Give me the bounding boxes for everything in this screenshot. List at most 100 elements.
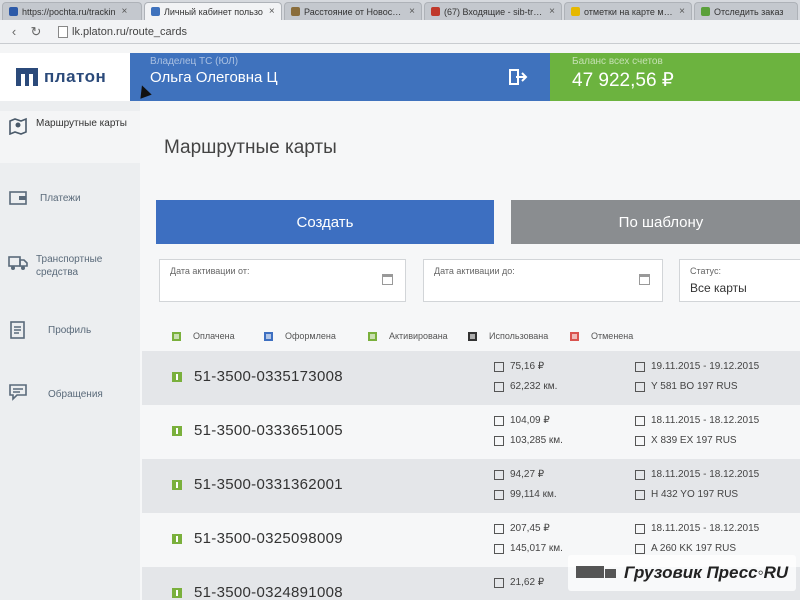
browser-tab[interactable]: (67) Входящие - sib-truck × — [424, 2, 562, 20]
status-activated-icon — [172, 588, 182, 598]
card-number[interactable]: 51-3500-0325098009 — [194, 530, 343, 547]
favicon-icon — [571, 7, 580, 16]
card-validity-dates: 18.11.2015 - 18.12.2015 — [635, 469, 759, 480]
sidebar-item-route-cards[interactable]: Маршрутные карты — [0, 111, 140, 163]
card-number[interactable]: 51-3500-0324891008 — [194, 584, 343, 600]
sidebar-item-label: Обращения — [48, 389, 103, 400]
legend-item: Активирована — [368, 331, 448, 341]
logout-icon[interactable] — [508, 67, 528, 87]
sidebar-item-requests[interactable]: Обращения — [0, 383, 140, 401]
card-vehicle-plate: X 839 EX 197 RUS — [635, 435, 737, 446]
truck-logo-icon — [576, 564, 618, 582]
sidebar-item-payments[interactable]: Платежи — [0, 189, 140, 207]
browser-tab[interactable]: Личный кабинет пользо × — [144, 2, 282, 20]
favicon-icon — [431, 7, 440, 16]
status-label: Статус: — [690, 266, 721, 276]
balance-value: 47 922,56 ₽ — [572, 70, 674, 91]
legend-swatch-icon — [570, 331, 579, 341]
logo[interactable]: платон — [0, 53, 130, 101]
profile-icon — [10, 321, 25, 339]
sidebar-item-label: Маршрутные карты — [36, 118, 127, 129]
card-distance: 62,232 км. — [494, 381, 557, 392]
card-distance-value: 62,232 км. — [510, 381, 558, 392]
close-tab-icon[interactable]: × — [122, 6, 128, 17]
card-validity-dates-value: 18.11.2015 - 18.12.2015 — [651, 415, 760, 426]
route-card-row[interactable]: 51-3500-0333651005 104,09 ₽ 103,285 км. 18.… — [142, 405, 800, 459]
sidebar: Маршрутные карты Платежи Транспортные ср… — [0, 101, 140, 600]
sidebar-item-profile[interactable]: Профиль — [0, 321, 140, 339]
user-panel: Владелец ТС (ЮЛ) Ольга Олеговна Ц — [130, 53, 550, 101]
favicon-icon — [151, 7, 160, 16]
watermark-text: Грузовик Пресс◦RU — [624, 563, 789, 582]
page-icon — [58, 25, 68, 38]
edit-icon — [635, 415, 645, 426]
card-number[interactable]: 51-3500-0333651005 — [194, 422, 343, 439]
card-price-value: 21,62 ₽ — [510, 577, 545, 588]
close-tab-icon[interactable]: × — [269, 6, 275, 17]
calendar-icon[interactable] — [382, 274, 393, 285]
route-icon — [494, 381, 504, 392]
activation-date-from-input[interactable]: Дата активации от: — [159, 259, 406, 302]
calendar-icon[interactable] — [639, 274, 650, 285]
close-tab-icon[interactable]: × — [549, 6, 555, 17]
card-validity-dates: 18.11.2015 - 18.12.2015 — [635, 523, 759, 534]
address-bar: ‹ ↻ lk.platon.ru/route_cards — [0, 20, 800, 44]
card-vehicle-plate: A 260 KK 197 RUS — [635, 543, 736, 554]
card-vehicle-plate-value: H 432 YO 197 RUS — [651, 489, 739, 500]
browser-tab-title: Личный кабинет пользо — [164, 6, 263, 17]
route-icon — [494, 543, 504, 554]
legend-swatch-icon — [264, 331, 273, 341]
card-price: 104,09 ₽ — [494, 415, 550, 426]
card-number[interactable]: 51-3500-0335173008 — [194, 368, 343, 385]
legend-label: Оформлена — [285, 331, 336, 341]
status-activated-icon — [172, 426, 182, 436]
browser-tab[interactable]: https://pochta.ru/trackin × — [2, 2, 142, 20]
browser-tab[interactable]: Расстояние от Новосиби × — [284, 2, 422, 20]
edit-icon — [635, 361, 645, 372]
create-button[interactable]: Создать — [156, 200, 494, 244]
main-content: Маршрутные карты Создать По шаблону Дата… — [140, 101, 800, 600]
card-price: 94,27 ₽ — [494, 469, 544, 480]
truck-icon — [635, 489, 645, 500]
route-card-row[interactable]: 51-3500-0335173008 75,16 ₽ 62,232 км. 19.11… — [142, 351, 800, 405]
status-activated-icon — [172, 534, 182, 544]
browser-tab[interactable]: Отследить заказ — [694, 2, 798, 20]
edit-icon — [635, 469, 645, 480]
card-number[interactable]: 51-3500-0331362001 — [194, 476, 343, 493]
legend-item: Использована — [468, 331, 548, 341]
card-distance-value: 145,017 км. — [510, 543, 563, 554]
sidebar-item-vehicles[interactable]: Транспортные средства — [0, 253, 140, 279]
card-vehicle-plate-value: X 839 EX 197 RUS — [651, 435, 737, 446]
truck-icon — [635, 381, 645, 392]
browser-tab-title: https://pochta.ru/trackin — [22, 6, 116, 17]
card-validity-dates: 19.11.2015 - 19.12.2015 — [635, 361, 759, 372]
wallet-icon — [9, 191, 27, 205]
app-header: платон Владелец ТС (ЮЛ) Ольга Олеговна Ц… — [0, 53, 800, 101]
legend-item: Оформлена — [264, 331, 336, 341]
legend-label: Активирована — [389, 331, 448, 341]
card-validity-dates-value: 19.11.2015 - 19.12.2015 — [651, 361, 760, 372]
edit-icon — [635, 523, 645, 534]
route-card-row[interactable]: 51-3500-0331362001 94,27 ₽ 99,114 км. 18.11… — [142, 459, 800, 513]
sidebar-item-label: Транспортные средства — [36, 254, 103, 278]
card-validity-dates-value: 18.11.2015 - 18.12.2015 — [651, 469, 760, 480]
message-icon — [9, 384, 27, 401]
browser-tab-bar: https://pochta.ru/trackin × Личный кабинет… — [0, 0, 800, 20]
template-button[interactable]: По шаблону — [511, 200, 800, 244]
url-input[interactable]: lk.platon.ru/route_cards — [72, 26, 187, 38]
status-value: Все карты — [690, 281, 747, 295]
status-select[interactable]: Статус: Все карты — [679, 259, 800, 302]
card-distance-value: 103,285 км. — [510, 435, 563, 446]
card-validity-dates-value: 18.11.2015 - 18.12.2015 — [651, 523, 760, 534]
legend-swatch-icon — [468, 331, 477, 341]
card-price: 21,62 ₽ — [494, 577, 544, 588]
card-distance: 99,114 км. — [494, 489, 557, 500]
route-icon — [494, 435, 504, 446]
browser-tab[interactable]: отметки на карте мест сл × — [564, 2, 692, 20]
reload-icon[interactable]: ↻ — [30, 24, 42, 40]
close-tab-icon[interactable]: × — [409, 6, 415, 17]
activation-date-to-input[interactable]: Дата активации до: — [423, 259, 663, 302]
back-icon[interactable]: ‹ — [8, 24, 20, 39]
truck-icon — [8, 256, 28, 270]
close-tab-icon[interactable]: × — [679, 6, 685, 17]
